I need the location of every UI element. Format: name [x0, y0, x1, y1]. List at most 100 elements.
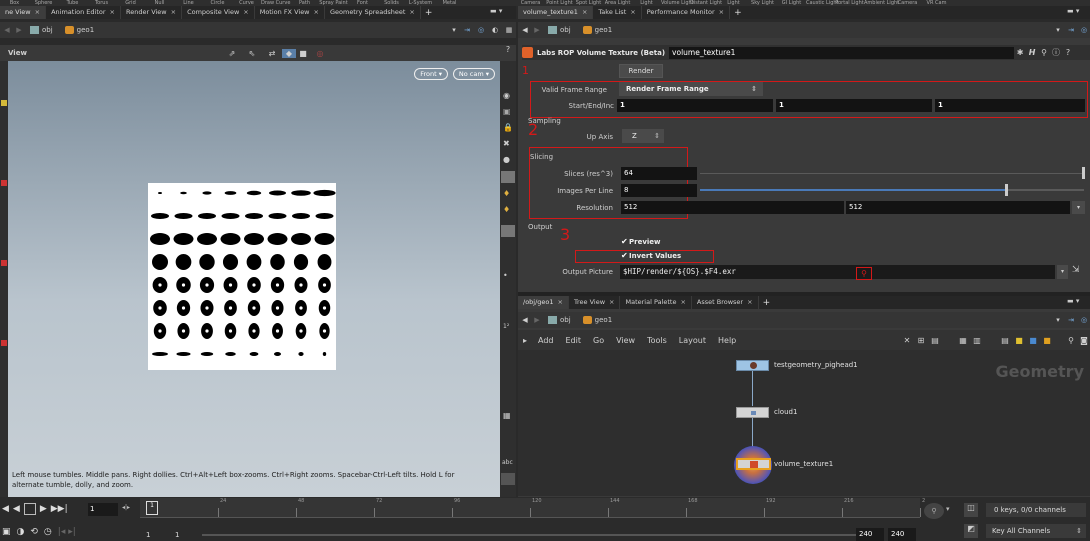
- menu-item[interactable]: View: [616, 336, 635, 345]
- inc-field[interactable]: 1: [935, 99, 1085, 112]
- viewer-icon[interactable]: ◐: [488, 26, 502, 34]
- invert-values-checkbox[interactable]: ✔Invert Values: [621, 251, 681, 260]
- pane-menu-icon[interactable]: ▬ ▾: [490, 7, 514, 18]
- add-tab-icon[interactable]: +: [759, 298, 775, 308]
- close-icon[interactable]: ×: [35, 8, 40, 16]
- grid-icon[interactable]: ▦: [503, 411, 511, 420]
- net-pane-menu-icon[interactable]: ▬ ▾: [1067, 297, 1089, 308]
- resolution-y-field[interactable]: 512: [846, 201, 1070, 214]
- key-all-channels-select[interactable]: Key All Channels ⇕: [986, 524, 1086, 538]
- twelve-icon[interactable]: 1²: [503, 323, 509, 330]
- current-frame-field[interactable]: 1: [88, 503, 118, 516]
- list-icon[interactable]: ▤: [928, 336, 942, 345]
- close-icon[interactable]: ×: [747, 298, 752, 306]
- render-button[interactable]: Render: [619, 64, 663, 78]
- back-arrow-icon[interactable]: ◀: [518, 316, 532, 324]
- timeline-ruler[interactable]: 1 24 48 72 96 120 144 168 192 216 2: [140, 498, 925, 518]
- help-icon[interactable]: ?: [1062, 48, 1074, 57]
- tree-icon[interactable]: ⊞: [914, 336, 928, 345]
- layout-icon[interactable]: ▦: [502, 26, 516, 34]
- tab[interactable]: Performance Monitor ×: [642, 6, 731, 19]
- cam2-icon[interactable]: [501, 225, 515, 237]
- output-picture-field[interactable]: $HIP/render/${OS}.$F4.exr: [620, 265, 1055, 279]
- light-icon[interactable]: [501, 171, 515, 183]
- jump-end-icon[interactable]: ▶▶|: [51, 504, 68, 514]
- resolution-x-field[interactable]: 512: [621, 201, 844, 214]
- dopesheet-icon[interactable]: ◫: [964, 503, 978, 517]
- valid-frame-range-select[interactable]: Render Frame Range ⇕: [619, 82, 763, 96]
- tool-icon-3[interactable]: [1, 260, 7, 266]
- tab[interactable]: ne View ×: [0, 6, 47, 19]
- key-dropdown-icon[interactable]: ▾: [946, 505, 950, 513]
- gear-icon[interactable]: ✱: [1014, 48, 1026, 57]
- range-end-field[interactable]: 240: [888, 528, 916, 541]
- note-icon[interactable]: ▤: [998, 336, 1012, 345]
- playback-start-field[interactable]: 1: [175, 531, 179, 539]
- tab[interactable]: Animation Editor ×: [46, 6, 121, 19]
- node-testgeometry[interactable]: [736, 360, 769, 371]
- menu-item[interactable]: Go: [593, 336, 604, 345]
- network-search-icon[interactable]: ⚲: [1064, 336, 1078, 345]
- node-cloud1[interactable]: [736, 407, 769, 418]
- search-icon[interactable]: ⚲: [1038, 48, 1050, 57]
- audio-icon[interactable]: ▣: [2, 527, 11, 537]
- close-icon[interactable]: ×: [558, 298, 563, 306]
- range-slider-track[interactable]: [202, 534, 856, 536]
- bulb2-icon[interactable]: ♦: [503, 205, 510, 214]
- tab[interactable]: Asset Browser ×: [692, 296, 759, 309]
- right-pane-menu-icon[interactable]: ▬ ▾: [1067, 7, 1089, 18]
- slices-slider-handle[interactable]: [1082, 167, 1085, 179]
- menu-item[interactable]: Add: [538, 336, 554, 345]
- snap-icon[interactable]: ◆: [282, 48, 296, 58]
- tab[interactable]: Motion FX View ×: [255, 6, 325, 19]
- hda-icon[interactable]: H: [1026, 48, 1038, 57]
- path-obj[interactable]: obj: [548, 26, 571, 34]
- up-axis-select[interactable]: Z ⇕: [622, 129, 664, 143]
- forward-arrow-icon[interactable]: ▶: [532, 26, 542, 34]
- close-icon[interactable]: ×: [582, 8, 587, 16]
- path-dropdown-icon[interactable]: ▾: [1052, 26, 1064, 34]
- menu-item[interactable]: Edit: [566, 336, 582, 345]
- path-dropdown-icon[interactable]: ▾: [1052, 316, 1064, 324]
- end-field[interactable]: 1: [776, 99, 932, 112]
- network-editor[interactable]: Geometry testgeometry_pighead1 cloud1 vo…: [518, 350, 1090, 496]
- tab[interactable]: volume_texture1 ×: [518, 6, 594, 19]
- clock-icon[interactable]: ◷: [44, 527, 52, 537]
- images-slider-handle[interactable]: [1005, 184, 1008, 196]
- node-volume-texture1[interactable]: [736, 458, 771, 470]
- grid-view-icon[interactable]: ▦: [956, 336, 970, 345]
- info-icon[interactable]: ⓘ: [1050, 47, 1062, 58]
- tab[interactable]: Tree View ×: [569, 296, 621, 309]
- tab[interactable]: Geometry Spreadsheet ×: [325, 6, 421, 19]
- close-icon[interactable]: ×: [110, 8, 115, 16]
- menu-grid-icon[interactable]: ▸: [518, 336, 532, 345]
- range-start-field[interactable]: 1: [146, 531, 150, 539]
- path-obj[interactable]: obj: [30, 26, 53, 34]
- link-icon[interactable]: ◎: [474, 26, 488, 34]
- step-back-icon[interactable]: ◀: [2, 504, 9, 514]
- menu-item[interactable]: Help: [718, 336, 736, 345]
- pin-icon[interactable]: ⇥: [1064, 26, 1078, 34]
- tab[interactable]: Material Palette ×: [620, 296, 692, 309]
- close-icon[interactable]: ×: [409, 8, 414, 16]
- slices-slider-track[interactable]: [700, 173, 1084, 174]
- table-icon[interactable]: ▥: [970, 336, 984, 345]
- close-icon[interactable]: ×: [243, 8, 248, 16]
- tab[interactable]: /obj/geo1 ×: [518, 296, 569, 309]
- link-icon[interactable]: ◎: [1078, 316, 1090, 324]
- link-icon[interactable]: ◎: [1078, 26, 1090, 34]
- tool-icon-2[interactable]: [1, 180, 7, 186]
- tab[interactable]: Take List ×: [593, 6, 642, 19]
- menu-item[interactable]: Layout: [679, 336, 706, 345]
- tools-icon[interactable]: ✕: [900, 336, 914, 345]
- palette-icon[interactable]: ■: [1026, 336, 1040, 345]
- abc-icon[interactable]: abc: [502, 459, 513, 466]
- playback-end-field[interactable]: 240: [856, 528, 884, 541]
- lock-icon[interactable]: 🔒: [503, 123, 513, 132]
- range-icon[interactable]: |◂ ▸|: [58, 527, 76, 537]
- camera-icon[interactable]: ◙: [1078, 336, 1090, 345]
- node-name-field[interactable]: volume_texture1: [669, 46, 1015, 59]
- pin-icon[interactable]: ⇥: [1064, 316, 1078, 324]
- output-dropdown-icon[interactable]: ▾: [1057, 265, 1068, 279]
- path-dropdown-icon[interactable]: ▾: [448, 26, 460, 34]
